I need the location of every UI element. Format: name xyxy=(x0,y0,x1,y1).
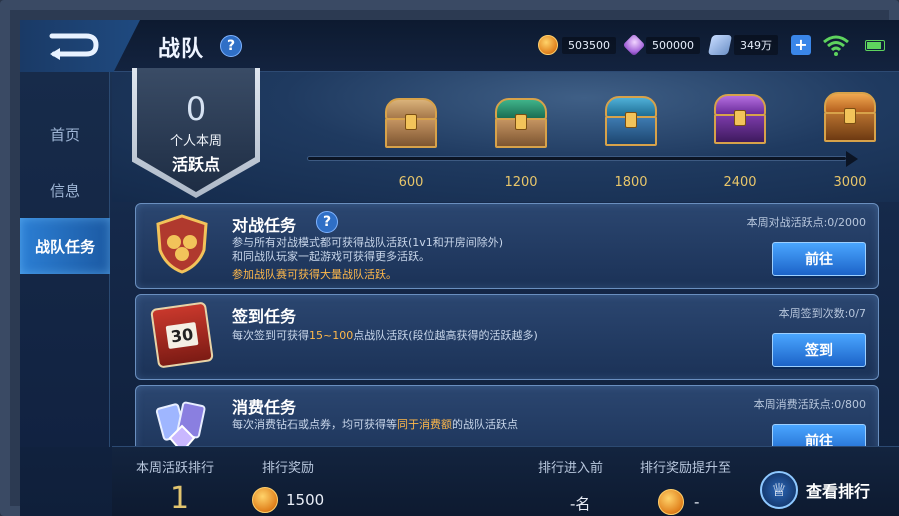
task-title: 消费任务 xyxy=(232,398,297,417)
page-title: 战队 xyxy=(158,37,205,62)
device-frame: 战队 ? 503500 500000 349万 + 首页 信息 战队任务 0 个… xyxy=(0,0,899,516)
milestone-label: 1800 xyxy=(614,175,648,190)
view-ranking-label: 查看排行 xyxy=(806,482,871,501)
task-description-text: 点战队活跃(段位越高获得的活跃越多) xyxy=(353,329,538,342)
task-card-checkin: 30 签到任务 每次签到可获得15~100点战队活跃(段位越高获得的活跃越多) … xyxy=(135,294,879,380)
task-description-text: 的战队活跃点 xyxy=(452,418,518,431)
task-card-battle: 对战任务 ? 参与所有对战模式都可获得战队活跃(1v1和开房间除外) 和同战队玩… xyxy=(135,203,879,289)
gold-coin-icon xyxy=(252,487,278,513)
game-screen: 战队 ? 503500 500000 349万 + 首页 信息 战队任务 0 个… xyxy=(20,20,899,516)
battery-icon xyxy=(865,40,885,51)
activity-points-label: 个人本周 xyxy=(169,134,222,149)
milestone-label: 1200 xyxy=(504,175,538,190)
task-progress-stat: 本周消费活跃点:0/800 xyxy=(753,398,866,411)
gold-coin-icon xyxy=(538,35,558,55)
chest-1800[interactable] xyxy=(603,96,659,148)
coupon-icon xyxy=(707,35,733,55)
milestone-label: 2400 xyxy=(723,175,757,190)
rank-reward-label: 排行奖励 xyxy=(262,461,315,476)
weekly-rank-value: 1 xyxy=(170,481,190,516)
rank-enter-value: -名 xyxy=(570,495,591,513)
task-description-line: 参与所有对战模式都可获得战队活跃(1v1和开房间除外) xyxy=(232,236,504,249)
milestone-label: 600 xyxy=(398,175,424,190)
recharge-plus-button[interactable]: + xyxy=(791,35,811,55)
chest-600[interactable] xyxy=(383,98,439,150)
rank-reward: 1500 xyxy=(252,487,324,513)
rank-reward-value: 1500 xyxy=(286,491,325,509)
coupon-balance: 349万 xyxy=(707,34,778,56)
title-help-icon[interactable]: ? xyxy=(220,35,242,57)
diamond-balance: 500000 xyxy=(622,33,700,57)
go-button[interactable]: 前往 xyxy=(772,242,866,276)
gold-coin-icon xyxy=(658,489,684,515)
task-description-text: 每次消费钻石或点券，均可获得等 xyxy=(232,418,397,431)
task-title: 签到任务 xyxy=(232,307,297,326)
activity-points-value: 0 xyxy=(185,90,207,128)
sidebar-item-info[interactable]: 信息 xyxy=(20,162,110,218)
calendar-icon: 30 xyxy=(150,301,214,369)
task-help-icon[interactable]: ? xyxy=(316,211,338,233)
chest-1200[interactable] xyxy=(493,98,549,150)
sidebar-item-team-tasks[interactable]: 战队任务 xyxy=(20,218,110,274)
task-progress-stat: 本周对战活跃点:0/2000 xyxy=(746,216,866,229)
coupon-value: 349万 xyxy=(734,35,778,55)
checkin-button[interactable]: 签到 xyxy=(772,333,866,367)
rank-upgrade-value: - xyxy=(694,493,700,511)
chest-lock-icon xyxy=(515,114,527,130)
task-description: 每次消费钻石或点券，均可获得等同于消费额的战队活跃点 xyxy=(232,418,518,432)
gold-coin-balance: 503500 xyxy=(538,34,616,56)
top-bar: 战队 ? 503500 500000 349万 + xyxy=(20,20,899,72)
chest-2400[interactable] xyxy=(712,94,768,146)
task-title: 对战任务 xyxy=(232,216,297,235)
wifi-icon xyxy=(823,35,849,56)
back-button[interactable] xyxy=(20,20,140,72)
activity-points-label-main: 活跃点 xyxy=(171,155,220,174)
diamond-icon xyxy=(622,33,646,57)
task-description-text: 每次签到可获得 xyxy=(232,329,309,342)
shield-medal-icon xyxy=(156,214,208,274)
task-description: 每次签到可获得15~100点战队活跃(段位越高获得的活跃越多) xyxy=(232,329,538,343)
gold-coin-value: 503500 xyxy=(562,36,616,54)
task-description-highlight: 15~100 xyxy=(309,329,354,342)
task-description: 参与所有对战模式都可获得战队活跃(1v1和开房间除外) 和同战队玩家一起游戏可获… xyxy=(232,236,503,264)
chest-lock-icon xyxy=(734,110,746,126)
bottom-ranking-bar: 本周活跃排行 1 排行奖励 1500 排行进入前 -名 排行奖励提升至 - ♕ … xyxy=(112,446,899,516)
diamond-value: 500000 xyxy=(646,36,700,54)
sidebar: 首页 信息 战队任务 xyxy=(20,72,110,447)
progress-arrow-icon xyxy=(846,151,858,167)
back-arrow-icon xyxy=(49,33,99,60)
task-progress-stat: 本周签到次数:0/7 xyxy=(778,307,866,320)
chest-lock-icon xyxy=(625,112,637,128)
activity-progress-track xyxy=(307,156,847,161)
chest-3000[interactable] xyxy=(822,92,878,144)
task-description-line: 和同战队玩家一起游戏可获得更多活跃。 xyxy=(232,250,430,263)
rank-enter-label: 排行进入前 xyxy=(538,461,604,476)
task-description-highlight: 同于消费额 xyxy=(397,418,452,431)
view-ranking-button[interactable]: ♕ 查看排行 xyxy=(760,471,884,509)
trophy-icon: ♕ xyxy=(760,471,798,509)
task-highlight-note: 参加战队赛可获得大量战队活跃。 xyxy=(232,268,397,281)
chest-lock-icon xyxy=(844,108,856,124)
weekly-rank-label: 本周活跃排行 xyxy=(136,461,215,476)
milestone-label: 3000 xyxy=(833,175,867,190)
rank-upgrade-label: 排行奖励提升至 xyxy=(640,461,732,476)
sidebar-item-home[interactable]: 首页 xyxy=(20,106,110,162)
calendar-day-number: 30 xyxy=(165,321,199,349)
chest-lock-icon xyxy=(405,114,417,130)
